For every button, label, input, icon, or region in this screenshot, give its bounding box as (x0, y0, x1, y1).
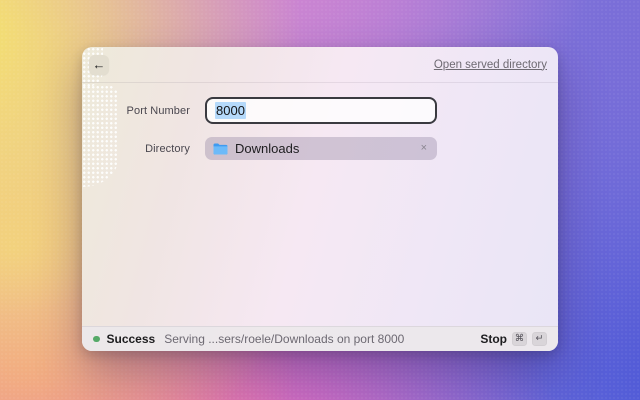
open-served-directory-link[interactable]: Open served directory (434, 59, 547, 71)
status-bar: Success Serving ...sers/roele/Downloads … (82, 326, 558, 351)
directory-value: Downloads (235, 141, 300, 156)
form-content: Port Number 8000 Directory Downloads × (82, 83, 558, 326)
clear-directory-button[interactable]: × (419, 141, 429, 156)
status-state-label: Success (106, 332, 156, 346)
status-message: Serving ...sers/roele/Downloads on port … (164, 332, 405, 346)
port-number-label: Port Number (126, 104, 190, 117)
return-key-icon: ↵ (532, 332, 547, 346)
app-window: ← Open served directory Port Number 8000… (82, 47, 558, 351)
port-number-row: Port Number 8000 (82, 97, 558, 124)
stop-button[interactable]: Stop (480, 332, 507, 346)
desktop-background: ← Open served directory Port Number 8000… (0, 0, 640, 400)
back-button[interactable]: ← (89, 54, 109, 75)
directory-row: Directory Downloads × (82, 137, 558, 160)
directory-label: Directory (145, 142, 190, 155)
port-number-value: 8000 (215, 102, 246, 119)
window-header: ← Open served directory (82, 47, 558, 83)
directory-field[interactable]: Downloads × (205, 137, 437, 160)
folder-icon (213, 143, 228, 155)
port-number-input[interactable]: 8000 (205, 97, 437, 124)
success-status-dot-icon (93, 335, 100, 343)
command-key-icon: ⌘ (512, 332, 527, 346)
